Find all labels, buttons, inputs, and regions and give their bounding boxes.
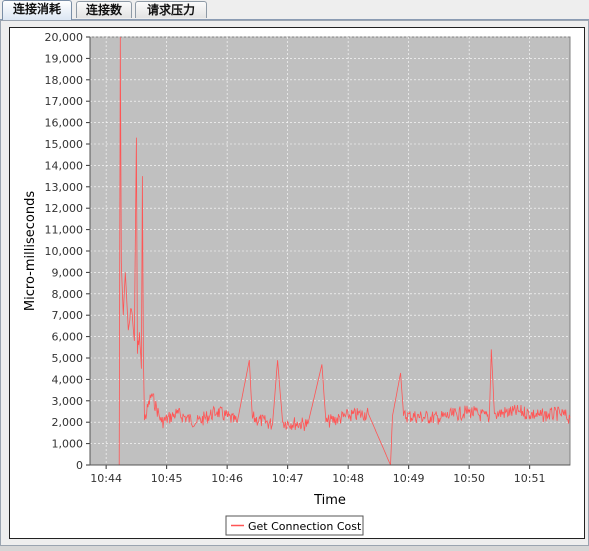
x-tick-label: 10:44 <box>90 472 122 485</box>
tab-connection-count[interactable]: 连接数 <box>76 1 132 18</box>
x-tick-label: 10:48 <box>332 472 364 485</box>
y-tick-label: 12,000 <box>45 202 84 215</box>
x-tick-label: 10:50 <box>453 472 485 485</box>
x-tick-label: 10:47 <box>272 472 304 485</box>
y-tick-label: 10,000 <box>45 245 84 258</box>
y-tick-label: 4,000 <box>52 373 84 386</box>
y-tick-label: 2,000 <box>52 416 84 429</box>
x-axis: 10:44 10:45 10:46 10:47 10:48 10:49 10:50 10:51 <box>90 464 570 485</box>
tab-request-pressure[interactable]: 请求压力 <box>135 1 207 18</box>
grid-lines <box>90 36 570 466</box>
y-tick-label: 19,000 <box>45 52 84 65</box>
y-tick-label: 6,000 <box>52 331 84 344</box>
y-tick-label: 16,000 <box>45 117 84 130</box>
y-tick-label: 20,000 <box>45 31 84 44</box>
y-tick-label: 9,000 <box>52 266 84 279</box>
y-tick-label: 8,000 <box>52 288 84 301</box>
y-tick-label: 3,000 <box>52 395 84 408</box>
legend-label: Get Connection Cost <box>248 520 362 533</box>
line-chart: 0 1,000 2,000 3,000 4,000 5,000 6,000 7,000 8,00… <box>23 31 571 536</box>
y-tick-label: 17,000 <box>45 95 84 108</box>
x-tick-label: 10:51 <box>514 472 546 485</box>
tab-bar: 连接消耗 连接数 请求压力 <box>0 0 589 20</box>
y-tick-label: 5,000 <box>52 352 84 365</box>
x-tick-label: 10:46 <box>211 472 243 485</box>
y-axis: 0 1,000 2,000 3,000 4,000 5,000 6,000 7,000 8,00… <box>45 31 91 472</box>
tab-content-panel: 0 1,000 2,000 3,000 4,000 5,000 6,000 7,000 8,00… <box>0 20 589 546</box>
status-strip <box>0 545 589 551</box>
x-tick-label: 10:49 <box>393 472 425 485</box>
y-tick-label: 18,000 <box>45 74 84 87</box>
y-tick-label: 11,000 <box>45 224 84 237</box>
y-tick-label: 14,000 <box>45 159 84 172</box>
chart-panel: 0 1,000 2,000 3,000 4,000 5,000 6,000 7,000 8,00… <box>9 27 585 539</box>
y-tick-label: 15,000 <box>45 138 84 151</box>
x-tick-label: 10:45 <box>151 472 183 485</box>
y-axis-label: Micro-milliseconds <box>23 191 38 311</box>
x-axis-label: Time <box>313 493 346 508</box>
legend: Get Connection Cost <box>225 515 364 536</box>
tab-connection-cost[interactable]: 连接消耗 <box>2 0 72 20</box>
y-tick-label: 1,000 <box>52 438 84 451</box>
y-tick-label: 0 <box>76 459 83 472</box>
y-tick-label: 13,000 <box>45 181 84 194</box>
y-tick-label: 7,000 <box>52 309 84 322</box>
